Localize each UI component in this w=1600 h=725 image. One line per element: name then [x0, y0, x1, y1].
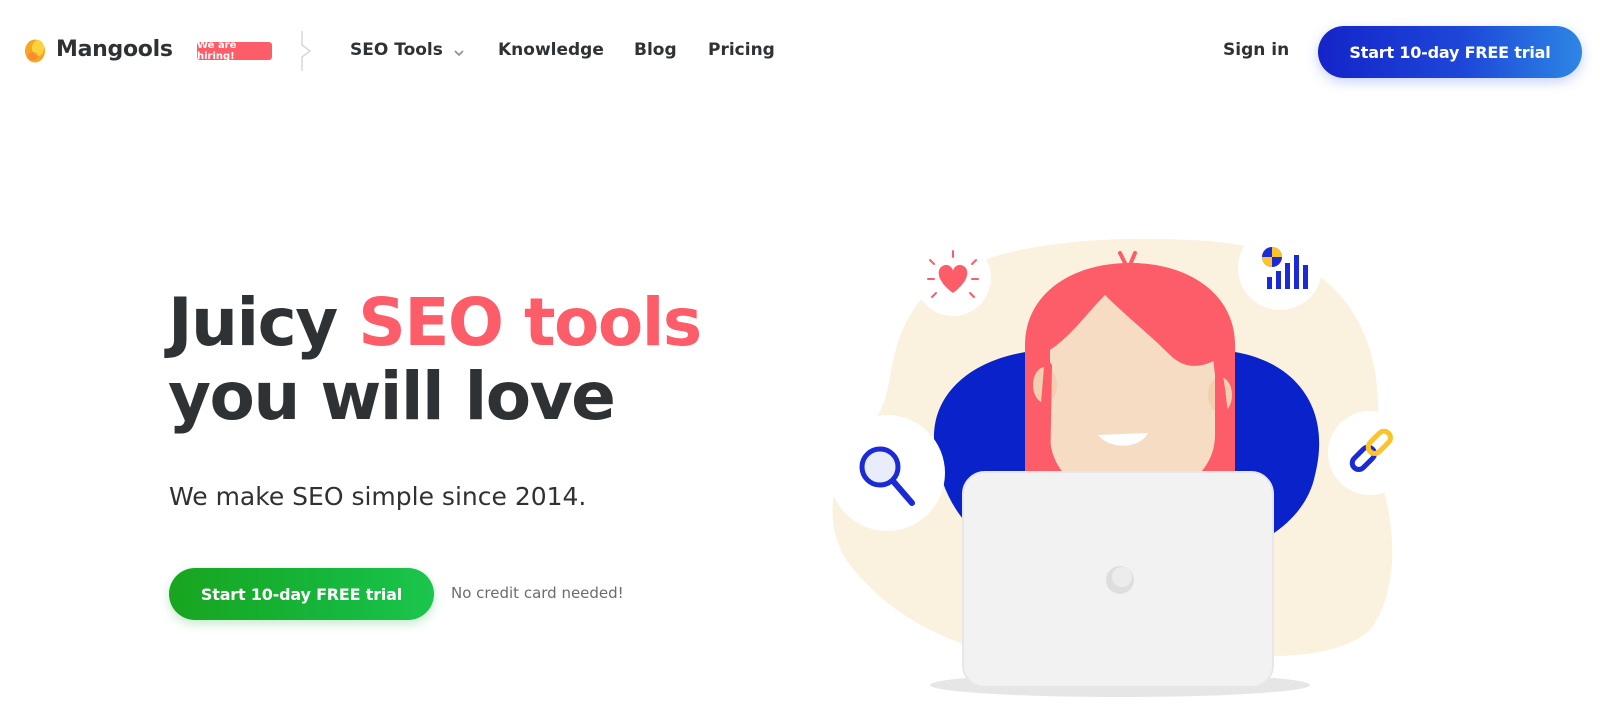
hero-title-highlight: SEO tools	[358, 284, 702, 361]
start-trial-hero-button[interactable]: Start 10-day FREE trial	[169, 568, 434, 620]
sign-in-link[interactable]: Sign in	[1223, 40, 1289, 60]
mango-logo-icon	[24, 36, 46, 63]
nav-seo-tools[interactable]: SEO Tools	[350, 40, 465, 60]
hero-illustration	[830, 235, 1420, 715]
hero-title: Juicy SEO tools you will love	[168, 284, 702, 435]
hero-title-plain: Juicy	[168, 284, 359, 361]
no-credit-card-note: No credit card needed!	[451, 584, 624, 602]
start-trial-header-button[interactable]: Start 10-day FREE trial	[1318, 26, 1582, 78]
chevron-down-icon	[453, 44, 465, 57]
mangools-logo[interactable]: Mangools	[24, 36, 173, 63]
link-icon	[1328, 411, 1412, 495]
nav-pricing[interactable]: Pricing	[708, 40, 775, 60]
site-header: Mangools We are hiring! SEO Tools Knowle…	[0, 0, 1600, 100]
nav-blog[interactable]: Blog	[634, 40, 677, 60]
nav-divider	[300, 31, 314, 71]
nav-seo-tools-label: SEO Tools	[350, 40, 443, 60]
hiring-badge[interactable]: We are hiring!	[197, 40, 272, 62]
laptop-icon	[930, 471, 1310, 697]
magnifier-icon	[830, 415, 945, 531]
hero-subtitle: We make SEO simple since 2014.	[169, 482, 587, 511]
brand-name: Mangools	[56, 37, 173, 62]
hero-title-line2: you will love	[168, 358, 616, 435]
heart-icon	[915, 240, 991, 316]
nav-knowledge[interactable]: Knowledge	[498, 40, 604, 60]
